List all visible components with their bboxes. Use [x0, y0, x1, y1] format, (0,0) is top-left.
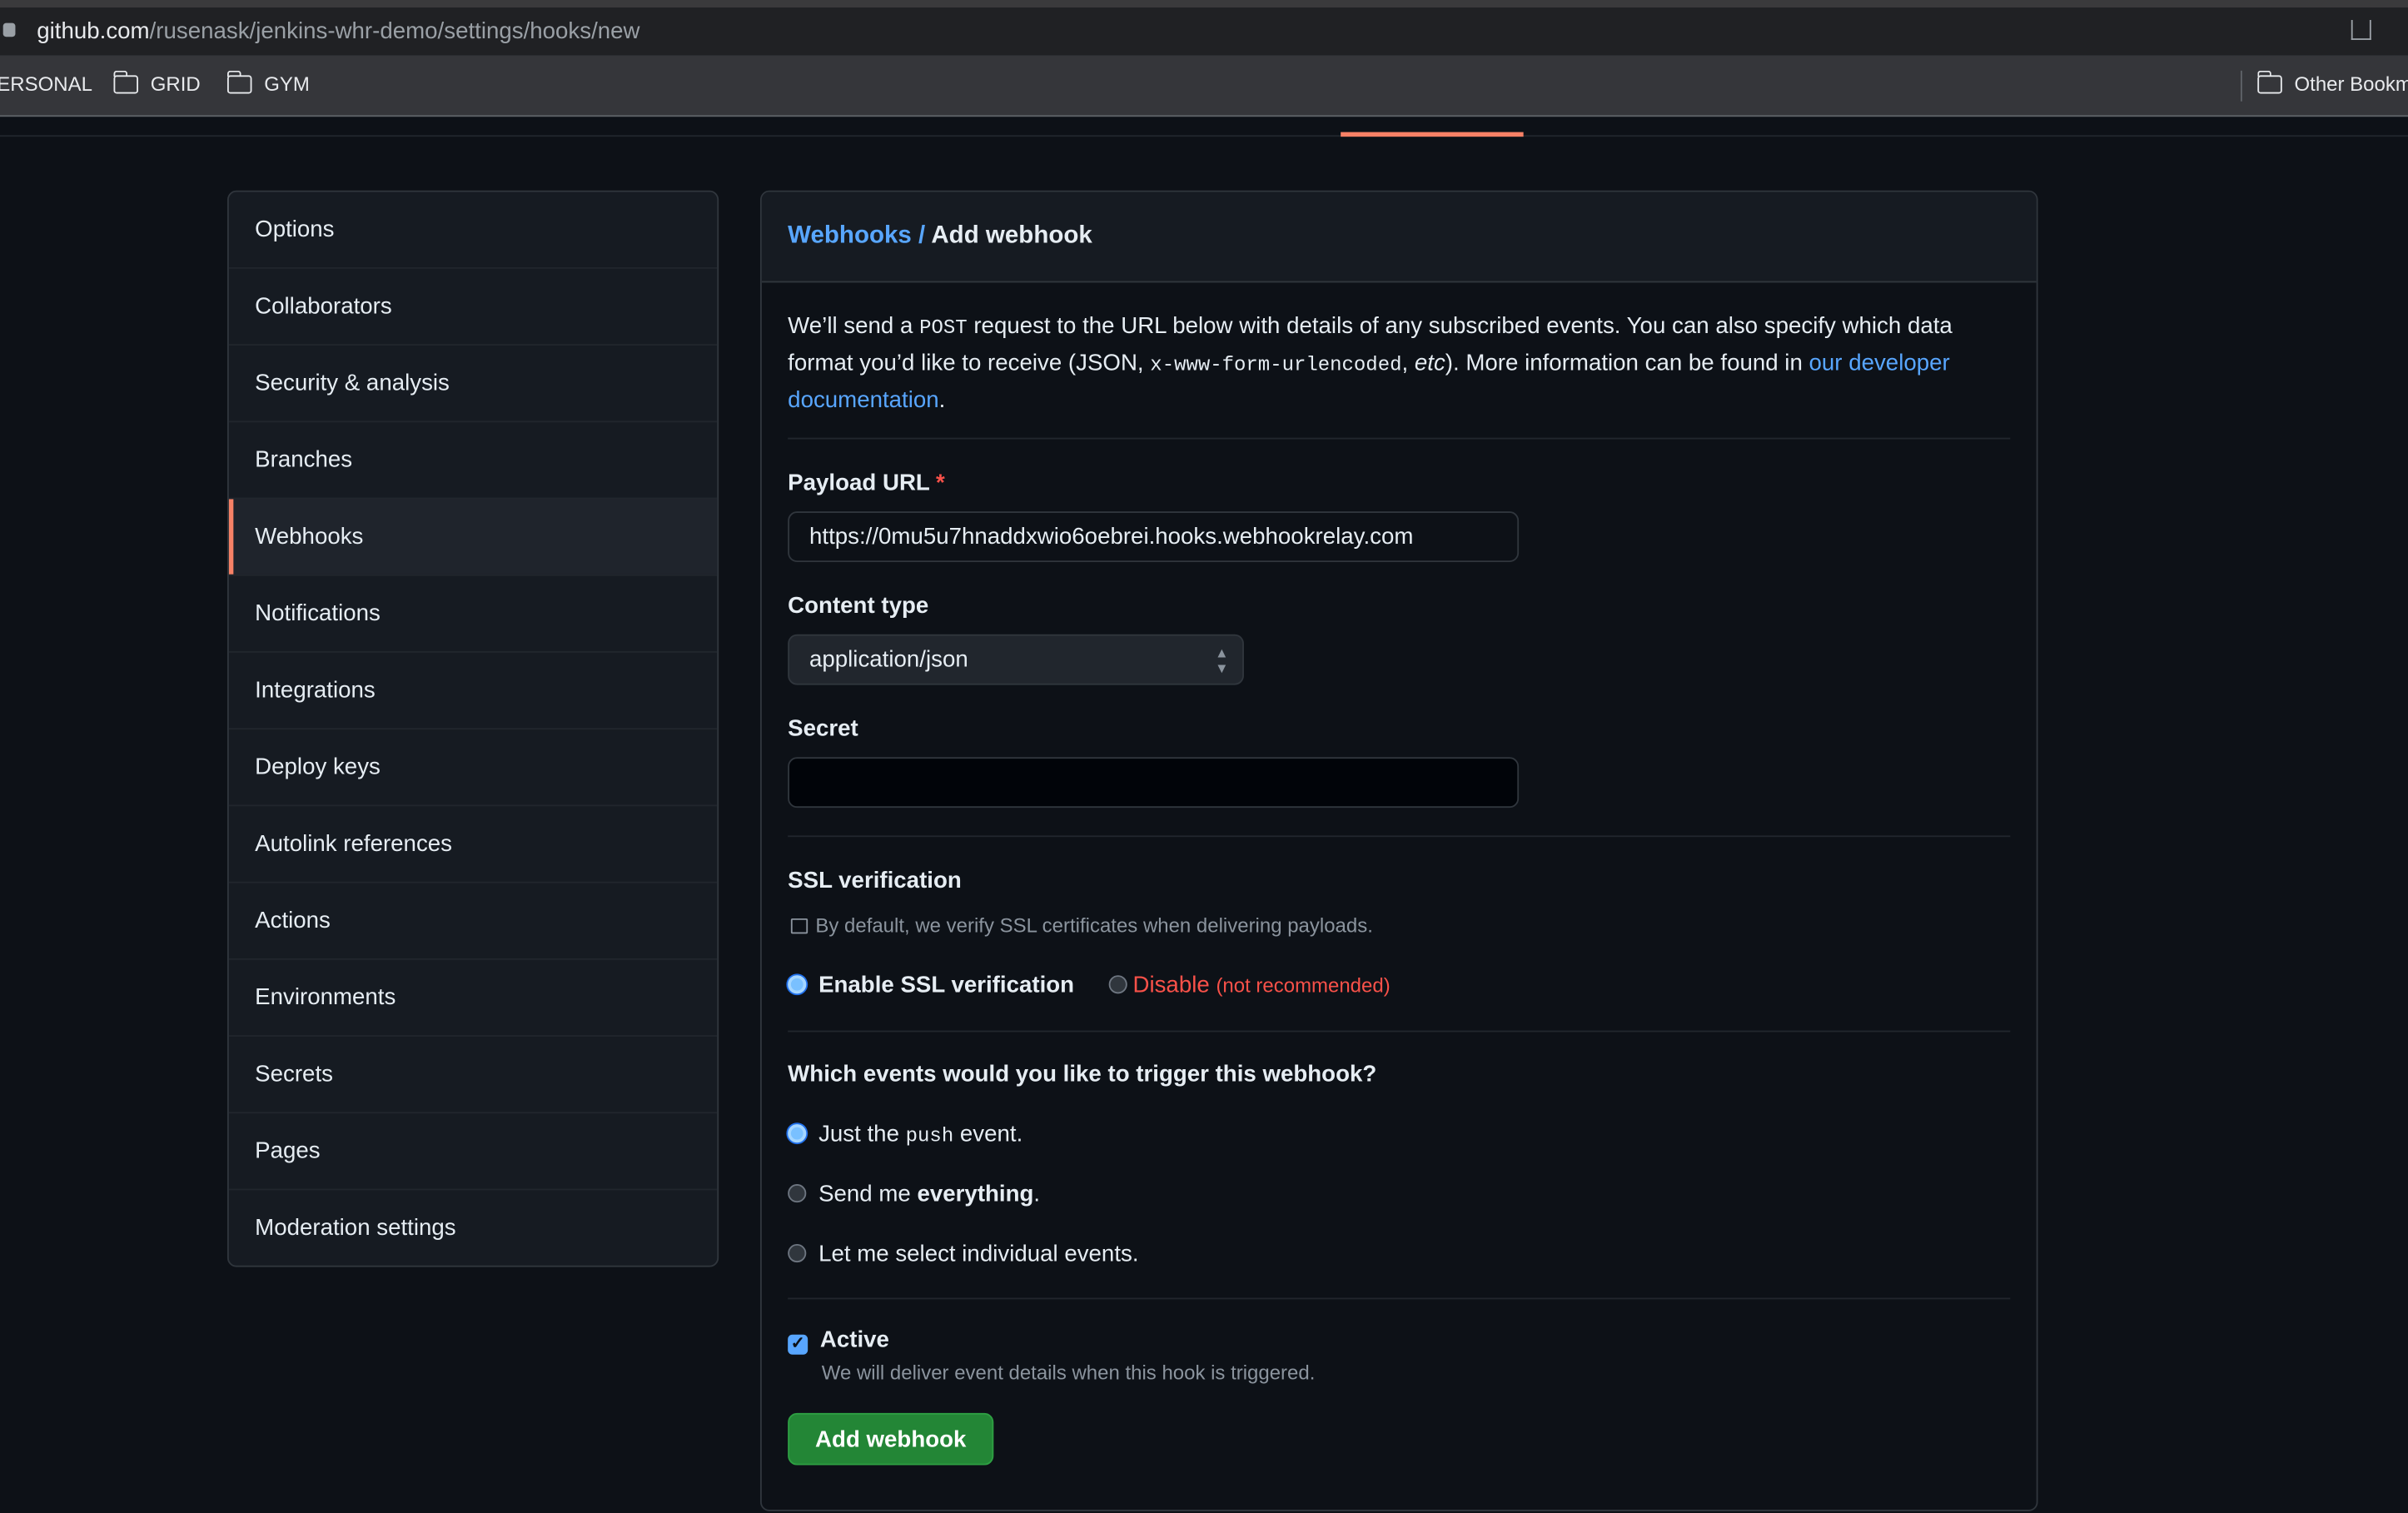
secret-input[interactable]	[788, 757, 1519, 808]
sidebar-item-autolink[interactable]: Autolink references	[229, 804, 718, 881]
active-checkbox[interactable]: ✓Active	[788, 1327, 889, 1355]
breadcrumb: Webhooks / Add webhook	[762, 192, 2037, 283]
required-marker: *	[936, 470, 945, 495]
breadcrumb-separator: /	[912, 222, 932, 248]
divider	[2241, 71, 2242, 102]
checkmark-icon: ✓	[788, 1335, 808, 1355]
event-everything-radio[interactable]: Send me everything.	[788, 1181, 1040, 1207]
bookmark-grid[interactable]: GRID	[113, 72, 200, 96]
bookmark-personal[interactable]: ERSONAL	[0, 72, 92, 96]
payload-url-input[interactable]: https://0mu5u7hnaddxwio6oebrei.hooks.web…	[788, 511, 1519, 562]
page-title: Add webhook	[931, 222, 1092, 248]
bookmarks-bar: ERSONAL GRID GYM Other Bookm	[0, 55, 2408, 117]
ssl-options: Enable SSL verification Disable (not rec…	[788, 973, 1391, 998]
bookmark-label: ERSONAL	[0, 72, 92, 96]
bookmark-label: Other Bookm	[2295, 72, 2408, 96]
sidebar-item-branches[interactable]: Branches	[229, 421, 718, 497]
content-type-value: application/json	[809, 646, 968, 672]
divider	[788, 835, 2010, 837]
address-bar[interactable]: github.com/rusenask/jenkins-whr-demo/set…	[0, 7, 2408, 55]
radio-icon	[788, 1244, 806, 1262]
divider	[788, 438, 2010, 440]
ssl-title: SSL verification	[788, 868, 962, 893]
sidebar-item-pages[interactable]: Pages	[229, 1112, 718, 1188]
folder-icon	[113, 74, 138, 92]
radio-icon	[788, 975, 806, 993]
event-push-radio[interactable]: Just the push event.	[788, 1121, 1022, 1147]
content-type-select[interactable]: application/json ▲▼	[788, 635, 1244, 685]
event-individual-radio[interactable]: Let me select individual events.	[788, 1241, 1138, 1267]
url-text[interactable]: github.com/rusenask/jenkins-whr-demo/set…	[37, 18, 639, 44]
sidebar-item-webhooks[interactable]: Webhooks	[229, 498, 718, 575]
bookmark-label: GRID	[151, 72, 201, 96]
ssl-disable-radio[interactable]: Disable (not recommended)	[1108, 973, 1391, 998]
radio-icon	[788, 1184, 806, 1202]
url-host: github.com	[37, 18, 149, 44]
folder-icon	[2257, 74, 2282, 92]
breadcrumb-webhooks-link[interactable]: Webhooks	[788, 222, 912, 248]
sidebar-item-actions[interactable]: Actions	[229, 882, 718, 958]
add-webhook-panel: Webhooks / Add webhook We’ll send a POST…	[760, 191, 2038, 1511]
lock-icon	[3, 23, 16, 37]
window-top-strip	[0, 0, 2408, 7]
divider	[788, 1031, 2010, 1033]
url-path: /rusenask/jenkins-whr-demo/settings/hook…	[150, 18, 640, 44]
events-title: Which events would you like to trigger t…	[788, 1061, 1376, 1087]
sidebar-item-integrations[interactable]: Integrations	[229, 651, 718, 728]
add-webhook-button[interactable]: Add webhook	[788, 1413, 993, 1466]
radio-icon	[788, 1124, 806, 1142]
sidebar-item-notifications[interactable]: Notifications	[229, 575, 718, 651]
sidebar-item-collaborators[interactable]: Collaborators	[229, 267, 718, 344]
sidebar-item-security[interactable]: Security & analysis	[229, 344, 718, 421]
select-arrows-icon: ▲▼	[1215, 645, 1228, 676]
content-type-label: Content type	[788, 593, 928, 619]
sidebar-item-environments[interactable]: Environments	[229, 958, 718, 1035]
payload-url-label: Payload URL *	[788, 470, 945, 495]
radio-icon	[1108, 975, 1127, 993]
ssl-enable-radio[interactable]: Enable SSL verification	[788, 973, 1074, 998]
active-note: We will deliver event details when this …	[822, 1361, 1316, 1384]
sidebar-item-secrets[interactable]: Secrets	[229, 1035, 718, 1112]
folder-icon	[227, 74, 252, 92]
ssl-note: By default, we verify SSL certificates w…	[788, 913, 1373, 937]
bookmark-other[interactable]: Other Bookm	[2257, 72, 2408, 96]
bookmark-label: GYM	[264, 72, 310, 96]
bookmark-gym[interactable]: GYM	[227, 72, 310, 96]
tab-border	[0, 135, 2408, 137]
sidebar-item-moderation[interactable]: Moderation settings	[229, 1189, 718, 1266]
lock-icon	[791, 918, 808, 933]
intro-text: We’ll send a POST request to the URL bel…	[788, 309, 2017, 418]
share-icon[interactable]	[2351, 20, 2371, 40]
selected-tab-underline	[1341, 132, 1523, 137]
settings-sidebar: Options Collaborators Security & analysi…	[227, 191, 719, 1267]
sidebar-item-options[interactable]: Options	[229, 192, 718, 267]
divider	[788, 1298, 2010, 1300]
sidebar-item-deploy-keys[interactable]: Deploy keys	[229, 728, 718, 804]
secret-label: Secret	[788, 715, 858, 741]
